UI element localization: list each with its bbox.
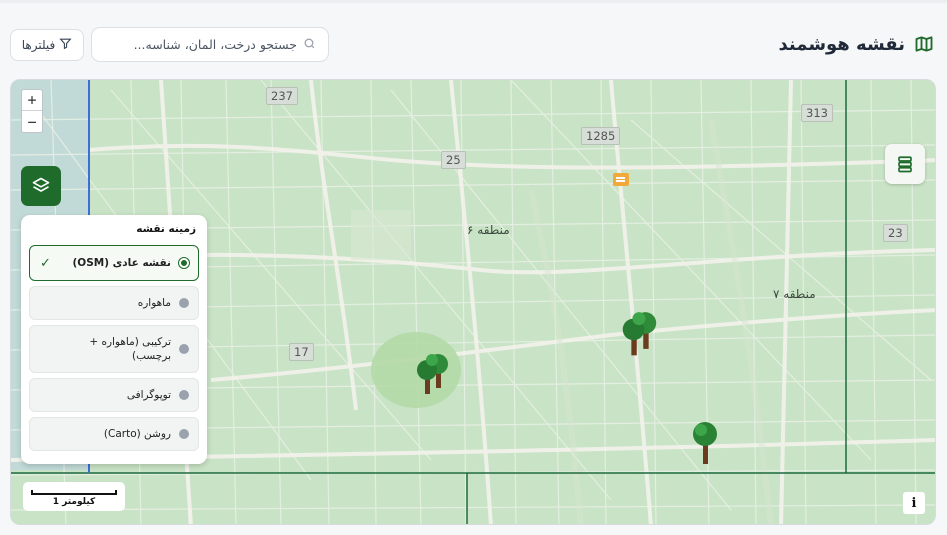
filters-button[interactable]: فیلترها [10, 29, 84, 61]
basemap-option-osm[interactable]: نقشه عادی (OSM) ✓ [29, 245, 199, 281]
region-7-label: منطقه ۷ [773, 287, 816, 301]
road-shield: 25 [441, 151, 466, 169]
filters-label: فیلترها [21, 38, 56, 52]
filter-icon [59, 37, 72, 53]
check-icon: ✓ [40, 255, 51, 271]
radio-dot-icon [179, 429, 189, 439]
basemap-option-label: ترکیبی (ماهواره + برچسب) [89, 336, 171, 362]
basemap-option-satellite[interactable]: ماهواره [29, 286, 199, 320]
basemap-option-label: روشن (Carto) [103, 428, 171, 440]
tree-icon[interactable] [414, 352, 452, 406]
basemap-option-carto[interactable]: روشن (Carto) [29, 417, 199, 451]
basemap-panel: زمینه نقشه نقشه عادی (OSM) ✓ ماهواره ترک… [21, 215, 207, 464]
layer-list-button[interactable] [885, 144, 925, 184]
zoom-in-button[interactable]: + [22, 90, 42, 111]
radio-dot-icon [179, 390, 189, 400]
road-shield: 237 [266, 87, 298, 105]
radio-dot-icon [179, 344, 189, 354]
search-box[interactable] [91, 27, 329, 62]
tree-icon[interactable] [689, 420, 721, 470]
basemap-panel-title: زمینه نقشه [136, 223, 196, 235]
zoom-out-button[interactable]: − [22, 111, 42, 132]
layers-icon [32, 177, 50, 192]
map-view[interactable]: منطقه ۶ منطقه ۷ 237 1285 313 25 23 17 + … [10, 79, 936, 525]
basemap-option-topo[interactable]: توپوگرافی [29, 378, 199, 412]
page-header: نقشه هوشمند [779, 32, 936, 56]
road-shield: 17 [289, 343, 314, 361]
road-shield: 313 [801, 104, 833, 122]
basemap-option-label: توپوگرافی [126, 389, 171, 401]
map-icon [913, 33, 935, 55]
marker-icon[interactable] [613, 173, 629, 186]
page-title: نقشه هوشمند [778, 33, 906, 55]
stack-icon [898, 156, 912, 173]
road-shield: 23 [883, 224, 908, 242]
scale-bar: 1 کیلومتر [23, 482, 125, 511]
radio-dot-icon [179, 258, 189, 268]
basemap-option-label: نقشه عادی (OSM) [72, 257, 171, 269]
road-shield: 1285 [581, 127, 621, 145]
info-button[interactable]: i [903, 492, 925, 514]
scale-label: 1 کیلومتر [52, 497, 96, 507]
top-border [0, 0, 947, 3]
basemap-option-hybrid[interactable]: ترکیبی (ماهواره + برچسب) [29, 325, 199, 373]
layers-button[interactable] [21, 166, 61, 206]
region-6-label: منطقه ۶ [467, 223, 510, 237]
search-input[interactable] [104, 37, 297, 52]
scale-line [31, 490, 117, 495]
basemap-option-label: ماهواره [137, 297, 171, 309]
radio-dot-icon [179, 298, 189, 308]
tree-icon[interactable] [619, 310, 661, 368]
search-icon [303, 35, 316, 54]
zoom-control: + − [21, 89, 43, 133]
